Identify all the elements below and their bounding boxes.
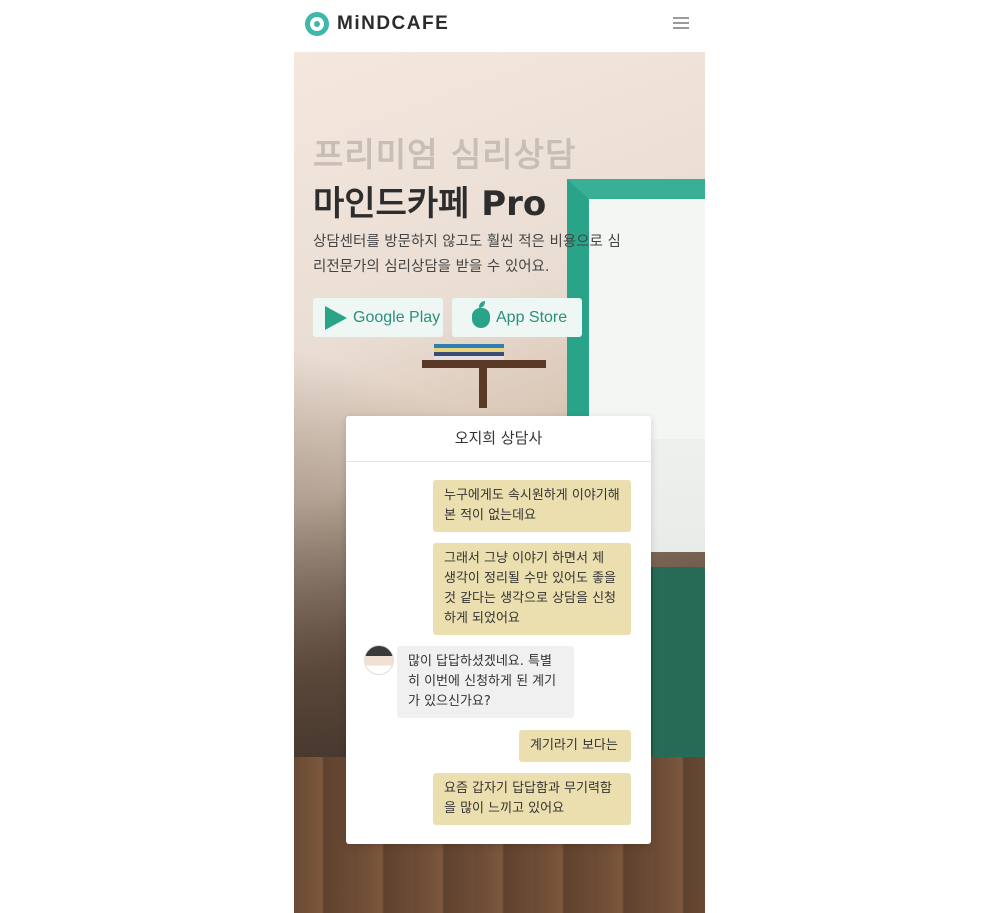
google-play-button[interactable]: Google Play: [313, 298, 443, 337]
hero-background-books: [434, 344, 504, 360]
site-header: MiNDCAFE: [294, 0, 705, 52]
hero-subtitle: 프리미엄 심리상담: [313, 135, 577, 174]
chat-preview-card: 오지희 상담사 누구에게도 속시원하게 이야기해 본 적이 없는데요 그래서 그…: [346, 416, 651, 844]
chat-message-counselor: 많이 답답하셨겠네요. 특별히 이번에 신청하게 된 계기가 있으신가요?: [397, 646, 574, 718]
chat-message-user: 요즘 갑자기 답답함과 무기력함을 많이 느끼고 있어요: [433, 773, 631, 825]
page: MiNDCAFE 프리미엄 심리상담 마인드카페 Pro 상담센터를 방문하지 …: [294, 0, 705, 913]
chat-message-user: 그래서 그냥 이야기 하면서 제 생각이 정리될 수만 있어도 좋을 것 같다는…: [433, 543, 631, 635]
hero-background-door: [567, 179, 705, 439]
hamburger-menu-icon[interactable]: [673, 17, 689, 31]
counselor-avatar: [364, 645, 394, 675]
google-play-label: Google Play: [353, 308, 441, 326]
hero-description: 상담센터를 방문하지 않고도 훨씬 적은 비용으로 심리전문가의 심리상담을 받…: [313, 234, 621, 275]
hero-background-shelf-bracket: [479, 368, 487, 408]
app-store-label: App Store: [496, 308, 568, 326]
counselor-name: 오지희 상담사: [346, 416, 651, 462]
chat-message-user: 계기라기 보다는: [519, 730, 631, 762]
app-store-button[interactable]: App Store: [452, 298, 582, 337]
logo-text: MiNDCAFE: [337, 13, 450, 34]
hero-title: 마인드카페 Pro: [313, 184, 547, 224]
hero-background-shelf: [422, 360, 546, 368]
apple-icon: [472, 300, 490, 328]
logo[interactable]: MiNDCAFE: [305, 12, 449, 36]
chat-message-user: 누구에게도 속시원하게 이야기해 본 적이 없는데요: [433, 480, 631, 532]
logo-mark-icon: [305, 12, 329, 36]
google-play-icon: [325, 305, 347, 330]
